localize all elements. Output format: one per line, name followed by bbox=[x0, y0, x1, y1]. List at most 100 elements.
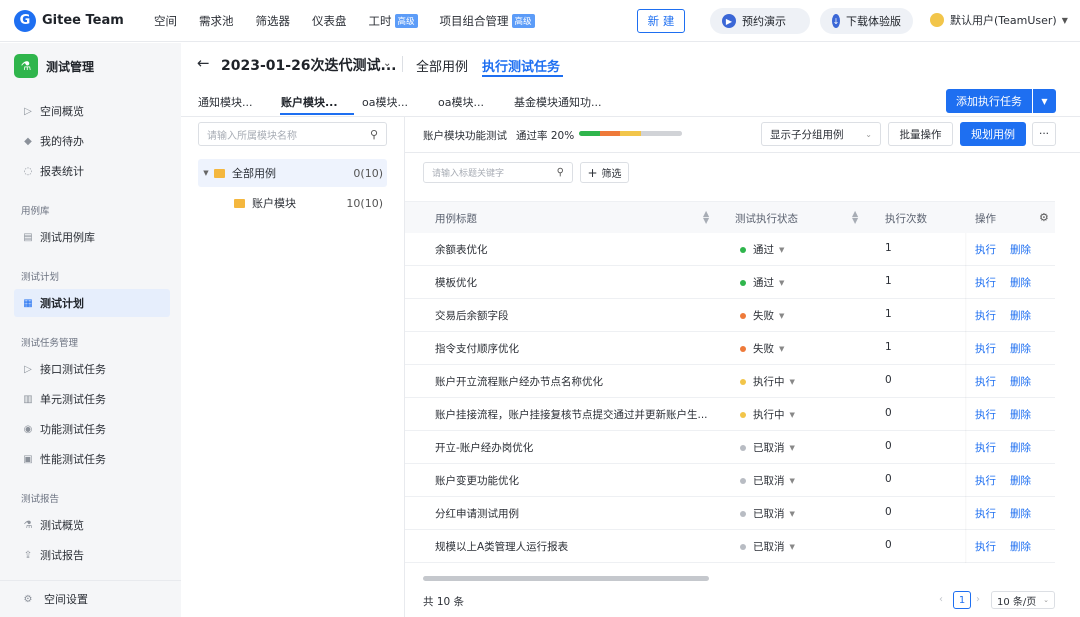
table-row[interactable]: 模板优化 通过 ▼ 1 执行 删除 bbox=[405, 266, 1055, 299]
search-icon[interactable]: ⚲ bbox=[370, 128, 378, 141]
delete-link[interactable]: 删除 bbox=[1010, 539, 1031, 554]
pager-page-1[interactable]: 1 bbox=[953, 591, 971, 609]
delete-link[interactable]: 删除 bbox=[1010, 308, 1031, 323]
sidebar-item-my-todo[interactable]: ◆ 我的待办 bbox=[14, 127, 170, 155]
delete-link[interactable]: 删除 bbox=[1010, 440, 1031, 455]
delete-link[interactable]: 删除 bbox=[1010, 275, 1031, 290]
table-row[interactable]: 分红申请测试用例 已取消 ▼ 0 执行 删除 bbox=[405, 497, 1055, 530]
sidebar-item-report-stats[interactable]: ◌ 报表统计 bbox=[14, 157, 170, 185]
exec-link[interactable]: 执行 bbox=[975, 473, 996, 488]
subtab-oa-module-1[interactable]: oa模块... bbox=[362, 94, 408, 110]
chevron-down-icon[interactable]: ▼ bbox=[1033, 89, 1056, 113]
sidebar-item-unit-test-task[interactable]: ▥ 单元测试任务 bbox=[14, 385, 170, 413]
sort-icon[interactable]: ▲ ▼ bbox=[703, 210, 709, 225]
tree-node-account-module[interactable]: 账户模块 10(10) bbox=[198, 189, 387, 217]
new-button[interactable]: 新 建 bbox=[637, 9, 685, 33]
subtab-fund-module[interactable]: 基金模块通知功... bbox=[514, 94, 602, 110]
case-title[interactable]: 开立-账户经办岗优化 bbox=[435, 440, 533, 455]
subgroup-select[interactable]: 显示子分组用例 ⌄ bbox=[761, 122, 881, 146]
plan-cases-button[interactable]: 规划用例 bbox=[960, 122, 1026, 146]
exec-link[interactable]: 执行 bbox=[975, 308, 996, 323]
sidebar-item-space-settings[interactable]: ⚙ 空间设置 bbox=[0, 580, 181, 617]
more-options-button[interactable]: ··· bbox=[1032, 122, 1056, 146]
delete-link[interactable]: 删除 bbox=[1010, 374, 1031, 389]
column-status[interactable]: 测试执行状态 bbox=[735, 211, 798, 226]
table-row[interactable]: 交易后余额字段 失败 ▼ 1 执行 删除 bbox=[405, 299, 1055, 332]
sidebar-item-space-overview[interactable]: ▷ 空间概览 bbox=[14, 97, 170, 125]
sort-icon[interactable]: ▲ ▼ bbox=[852, 210, 858, 225]
case-search-input[interactable]: 请输入标题关键字 ⚲ bbox=[423, 162, 573, 183]
delete-link[interactable]: 删除 bbox=[1010, 407, 1031, 422]
nav-item-worktime[interactable]: 工时 高级 bbox=[369, 13, 418, 29]
table-row[interactable]: 规模以上A类管理人运行报表 已取消 ▼ 0 执行 删除 bbox=[405, 530, 1055, 563]
sidebar-item-performance-test-task[interactable]: ▣ 性能测试任务 bbox=[14, 445, 170, 473]
sidebar-item-case-library[interactable]: ▤ 测试用例库 bbox=[14, 223, 170, 251]
caret-down-icon[interactable]: ▼ bbox=[198, 169, 214, 177]
status-dropdown[interactable]: 已取消 ▼ bbox=[740, 440, 795, 455]
status-dropdown[interactable]: 通过 ▼ bbox=[740, 242, 784, 257]
case-title[interactable]: 账户开立流程账户经办节点名称优化 bbox=[435, 374, 603, 389]
sidebar-item-test-overview[interactable]: ⚗ 测试概览 bbox=[14, 511, 170, 539]
horizontal-scrollbar[interactable] bbox=[423, 576, 709, 581]
status-dropdown[interactable]: 执行中 ▼ bbox=[740, 407, 795, 422]
pager-prev-icon[interactable]: ‹ bbox=[939, 594, 943, 605]
nav-item-space[interactable]: 空间 bbox=[154, 13, 177, 29]
case-title[interactable]: 规模以上A类管理人运行报表 bbox=[435, 539, 568, 554]
chevron-down-icon[interactable]: ⌄ bbox=[383, 58, 391, 69]
status-dropdown[interactable]: 已取消 ▼ bbox=[740, 506, 795, 521]
sidebar-item-api-test-task[interactable]: ▷ 接口测试任务 bbox=[14, 355, 170, 383]
tab-all-cases[interactable]: 全部用例 bbox=[416, 56, 468, 75]
case-title[interactable]: 账户变更功能优化 bbox=[435, 473, 519, 488]
exec-link[interactable]: 执行 bbox=[975, 506, 996, 521]
delete-link[interactable]: 删除 bbox=[1010, 242, 1031, 257]
sidebar-item-test-plan[interactable]: ▦ 测试计划 bbox=[14, 289, 170, 317]
status-dropdown[interactable]: 失败 ▼ bbox=[740, 308, 784, 323]
exec-link[interactable]: 执行 bbox=[975, 374, 996, 389]
add-exec-task-button[interactable]: 添加执行任务 bbox=[946, 89, 1032, 113]
table-row[interactable]: 账户变更功能优化 已取消 ▼ 0 执行 删除 bbox=[405, 464, 1055, 497]
nav-item-dashboard[interactable]: 仪表盘 bbox=[312, 13, 347, 29]
delete-link[interactable]: 删除 bbox=[1010, 341, 1031, 356]
status-dropdown[interactable]: 已取消 ▼ bbox=[740, 539, 795, 554]
exec-link[interactable]: 执行 bbox=[975, 341, 996, 356]
sidebar-item-function-test-task[interactable]: ◉ 功能测试任务 bbox=[14, 415, 170, 443]
pager-next-icon[interactable]: › bbox=[976, 594, 980, 605]
case-title[interactable]: 分红申请测试用例 bbox=[435, 506, 519, 521]
filter-button[interactable]: + 筛选 bbox=[580, 162, 629, 183]
status-dropdown[interactable]: 通过 ▼ bbox=[740, 275, 784, 290]
nav-item-filter[interactable]: 筛选器 bbox=[256, 13, 291, 29]
table-row[interactable]: 账户开立流程账户经办节点名称优化 执行中 ▼ 0 执行 删除 bbox=[405, 365, 1055, 398]
delete-link[interactable]: 删除 bbox=[1010, 473, 1031, 488]
table-row[interactable]: 开立-账户经办岗优化 已取消 ▼ 0 执行 删除 bbox=[405, 431, 1055, 464]
case-title[interactable]: 账户挂接流程，账户挂接复核节点提交通过并更新账户生... bbox=[435, 407, 708, 422]
tab-exec-tasks[interactable]: 执行测试任务 bbox=[482, 56, 560, 75]
book-demo-button[interactable]: ▶ 预约演示 bbox=[710, 8, 810, 34]
download-trial-button[interactable]: ↓ 下载体验版 bbox=[820, 8, 913, 34]
exec-link[interactable]: 执行 bbox=[975, 242, 996, 257]
exec-link[interactable]: 执行 bbox=[975, 407, 996, 422]
search-icon[interactable]: ⚲ bbox=[557, 167, 564, 178]
table-row[interactable]: 账户挂接流程，账户挂接复核节点提交通过并更新账户生... 执行中 ▼ 0 执行 删除 bbox=[405, 398, 1055, 431]
case-title[interactable]: 模板优化 bbox=[435, 275, 477, 290]
case-title[interactable]: 指令支付顺序优化 bbox=[435, 341, 519, 356]
logo[interactable]: G Gitee Team bbox=[14, 9, 132, 32]
exec-link[interactable]: 执行 bbox=[975, 275, 996, 290]
table-row[interactable]: 余额表优化 通过 ▼ 1 执行 删除 bbox=[405, 233, 1055, 266]
status-dropdown[interactable]: 执行中 ▼ bbox=[740, 374, 795, 389]
user-menu[interactable]: 默认用户(TeamUser) ▼ bbox=[930, 12, 1068, 28]
exec-link[interactable]: 执行 bbox=[975, 539, 996, 554]
module-search-input[interactable]: 请输入所属模块名称 ⚲ bbox=[198, 122, 387, 146]
status-dropdown[interactable]: 失败 ▼ bbox=[740, 341, 784, 356]
status-dropdown[interactable]: 已取消 ▼ bbox=[740, 473, 795, 488]
page-size-select[interactable]: 10 条/页 ⌄ bbox=[991, 591, 1055, 609]
subtab-notice-module[interactable]: 通知模块... bbox=[198, 94, 253, 110]
column-title[interactable]: 用例标题 bbox=[435, 211, 477, 226]
exec-link[interactable]: 执行 bbox=[975, 440, 996, 455]
back-arrow-icon[interactable]: ← bbox=[197, 54, 210, 72]
subtab-account-module[interactable]: 账户模块... bbox=[281, 94, 338, 110]
tree-node-all-cases[interactable]: ▼ 全部用例 0(10) bbox=[198, 159, 387, 187]
page-title[interactable]: 2023-01-26次迭代测试... bbox=[221, 55, 397, 75]
gear-icon[interactable]: ⚙ bbox=[1039, 211, 1049, 224]
table-row[interactable]: 指令支付顺序优化 失败 ▼ 1 执行 删除 bbox=[405, 332, 1055, 365]
nav-item-portfolio[interactable]: 项目组合管理 高级 bbox=[440, 13, 535, 29]
